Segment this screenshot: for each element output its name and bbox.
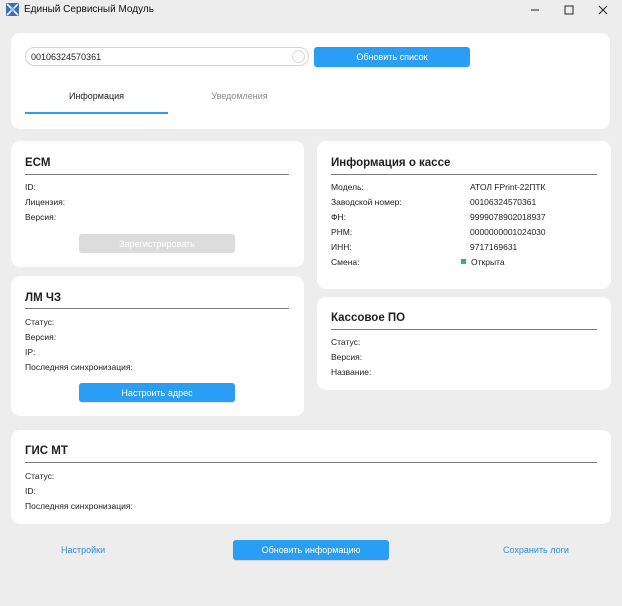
register-button[interactable]: Зарегистрировать xyxy=(79,234,235,253)
window-title: Единый Сервисный Модуль xyxy=(24,4,154,15)
kassa-model-value: АТОЛ FPrint-22ПТК xyxy=(470,182,546,192)
kassa-inn-value: 9717169631 xyxy=(470,242,518,252)
po-version-label: Версия: xyxy=(331,352,363,362)
kassa-info-divider xyxy=(331,174,597,175)
ecm-id-label: ID: xyxy=(25,182,36,192)
device-select-value: 00106324570361 xyxy=(31,52,102,62)
kassa-rnm-value: 0000000001024030 xyxy=(470,227,546,237)
update-info-button[interactable]: Обновить информацию xyxy=(233,540,389,560)
gis-status-label: Статус: xyxy=(25,471,55,481)
kassa-shift-label: Смена: xyxy=(331,257,360,267)
settings-link[interactable]: Настройки xyxy=(61,545,105,555)
kassa-serial-value: 00106324570361 xyxy=(470,197,537,207)
maximize-button[interactable] xyxy=(552,0,586,20)
po-status-label: Статус: xyxy=(331,337,361,347)
device-select[interactable]: 00106324570361 xyxy=(25,47,309,66)
ecm-title: ЕСМ xyxy=(25,157,51,169)
kassa-shift-value: Открыта xyxy=(471,257,505,267)
kassa-rnm-label: РНМ: xyxy=(331,227,353,237)
app-logo-icon xyxy=(6,3,19,16)
gis-mt-divider xyxy=(25,462,597,463)
configure-address-button[interactable]: Настроить адрес xyxy=(79,383,235,402)
ecm-divider xyxy=(25,174,289,175)
kassa-info-title: Информация о кассе xyxy=(331,157,451,169)
close-button[interactable] xyxy=(586,0,620,20)
ecm-license-label: Лицензия: xyxy=(25,197,66,207)
gis-last-sync-label: Последняя синхронизация: xyxy=(25,501,133,511)
kassa-inn-label: ИНН: xyxy=(331,242,352,252)
kassa-info-card: Информация о кассе Модель: АТОЛ FPrint-2… xyxy=(317,141,611,289)
gis-mt-card: ГИС МТ Статус: ID: Последняя синхронизац… xyxy=(11,430,611,524)
lm-title: ЛМ ЧЗ xyxy=(25,292,62,304)
kassa-fn-value: 9999078902018937 xyxy=(470,212,546,222)
kassa-serial-label: Заводской номер: xyxy=(331,197,402,207)
lm-status-label: Статус: xyxy=(25,317,55,327)
gis-mt-title: ГИС МТ xyxy=(25,445,68,457)
ecm-card: ЕСМ ID: Лицензия: Версия: Зарегистрирова… xyxy=(11,141,304,267)
gis-id-label: ID: xyxy=(25,486,36,496)
kassa-po-card: Кассовое ПО Статус: Версия: Название: xyxy=(317,297,611,390)
kassa-po-title: Кассовое ПО xyxy=(331,312,406,324)
close-icon xyxy=(598,5,608,15)
kassa-po-divider xyxy=(331,329,597,330)
lm-divider xyxy=(25,308,289,309)
title-bar: Единый Сервисный Модуль xyxy=(0,0,622,20)
select-knob-icon[interactable] xyxy=(292,50,305,63)
active-tab-indicator xyxy=(25,112,168,114)
kassa-shift-status: Открыта xyxy=(461,257,505,267)
minimize-button[interactable] xyxy=(518,0,552,20)
lm-last-sync-label: Последняя синхронизация: xyxy=(25,362,133,372)
tab-notifications[interactable]: Уведомления xyxy=(168,91,311,101)
tab-information[interactable]: Информация xyxy=(25,91,168,101)
po-name-label: Название: xyxy=(331,367,372,377)
kassa-fn-label: ФН: xyxy=(331,212,346,222)
header-card: 00106324570361 Обновить список Информаци… xyxy=(11,33,610,129)
lm-ip-label: IP: xyxy=(25,347,36,357)
kassa-model-label: Модель: xyxy=(331,182,364,192)
ecm-version-label: Версия: xyxy=(25,212,57,222)
lm-card: ЛМ ЧЗ Статус: Версия: IP: Последняя синх… xyxy=(11,276,304,416)
save-logs-link[interactable]: Сохранить логи xyxy=(503,545,569,555)
shift-status-dot-icon xyxy=(461,259,466,264)
refresh-list-button[interactable]: Обновить список xyxy=(314,47,470,67)
maximize-icon xyxy=(564,5,574,15)
lm-version-label: Версия: xyxy=(25,332,57,342)
minimize-icon xyxy=(531,9,539,11)
